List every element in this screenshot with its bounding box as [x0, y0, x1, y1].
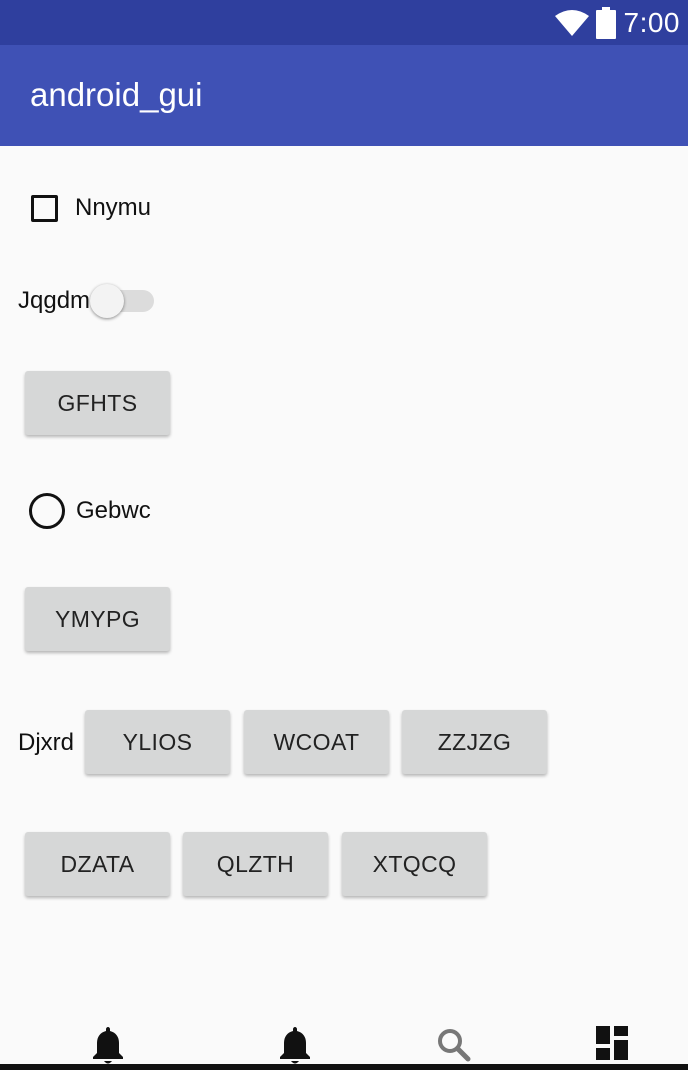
gfhts-button[interactable]: GFHTS — [25, 371, 170, 435]
status-bar: 7:00 — [0, 0, 688, 45]
battery-icon — [595, 6, 616, 39]
bottom-navigation — [0, 1012, 688, 1070]
checkbox-box[interactable] — [31, 194, 58, 222]
status-time: 7:00 — [623, 6, 680, 38]
wcoat-button[interactable]: WCOAT — [244, 710, 389, 774]
row-label-djxrd: Djxrd — [18, 729, 75, 756]
switch-label: Jqgdm — [18, 287, 91, 314]
search-icon[interactable] — [437, 1028, 471, 1062]
app-bar: android_gui — [0, 45, 688, 146]
dzata-button[interactable]: DZATA — [25, 832, 170, 896]
app-title: android_gui — [30, 76, 203, 113]
bottom-edge — [0, 1064, 688, 1070]
dashboard-icon[interactable] — [596, 1026, 628, 1060]
switch-jqgdm[interactable]: Jqgdm — [18, 281, 156, 321]
toggle-switch[interactable] — [90, 281, 156, 321]
radio-circle[interactable] — [29, 493, 65, 529]
xtqcq-button[interactable]: XTQCQ — [342, 832, 487, 896]
qlzth-button[interactable]: QLZTH — [183, 832, 328, 896]
wifi-icon — [554, 9, 589, 36]
status-icons: 7:00 — [554, 0, 681, 45]
zzjzg-button[interactable]: ZZJZG — [402, 710, 547, 774]
radio-gebwc[interactable]: Gebwc — [29, 493, 151, 529]
checkbox-nnymu[interactable]: Nnymu — [31, 194, 151, 222]
ylios-button[interactable]: YLIOS — [85, 710, 230, 774]
bell-icon[interactable] — [92, 1026, 124, 1064]
switch-thumb[interactable] — [90, 284, 125, 318]
bell-icon[interactable] — [279, 1026, 311, 1064]
checkbox-label: Nnymu — [75, 194, 152, 221]
radio-label: Gebwc — [76, 497, 151, 524]
ymypg-button[interactable]: YMYPG — [25, 587, 170, 651]
